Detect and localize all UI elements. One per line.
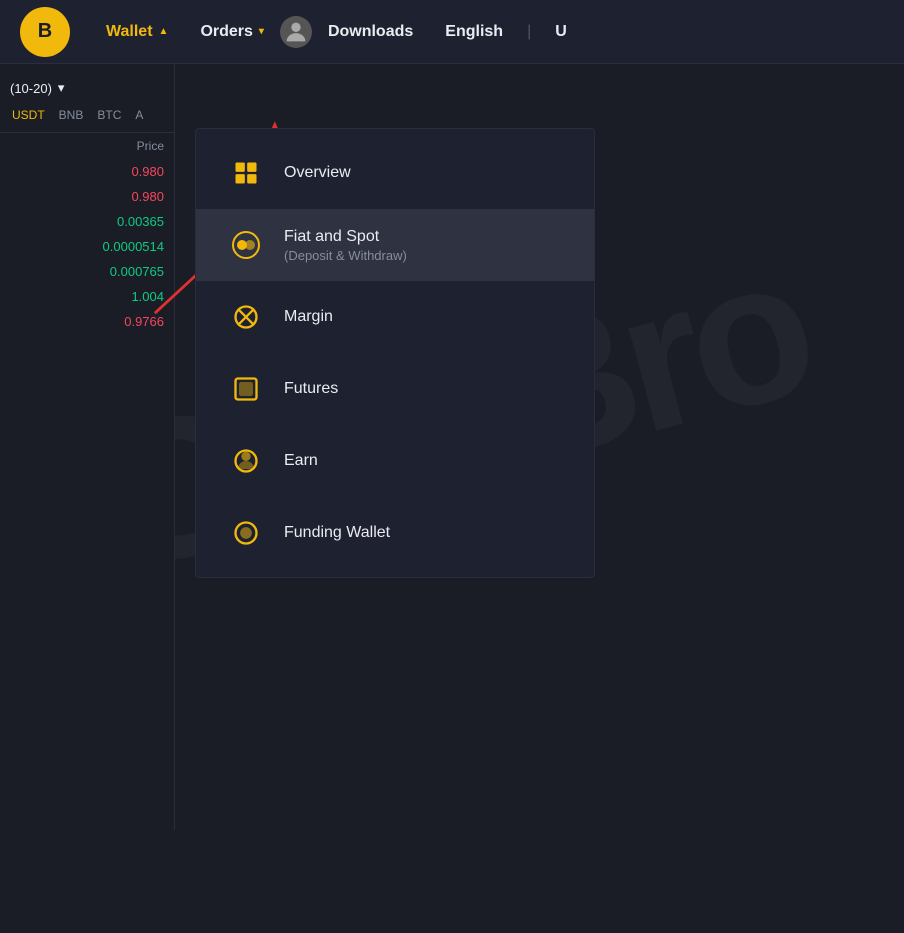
- fiat-spot-text: Fiat and Spot (Deposit & Withdraw): [284, 228, 407, 263]
- price-item-4[interactable]: 0.0000514: [0, 234, 174, 259]
- overview-icon: [228, 155, 264, 191]
- earn-icon: [228, 443, 264, 479]
- overview-text: Overview: [284, 164, 351, 182]
- funding-wallet-text: Funding Wallet: [284, 524, 390, 542]
- nav-divider: |: [519, 23, 539, 41]
- fiat-spot-label: Fiat and Spot: [284, 228, 407, 246]
- fiat-spot-sublabel: (Deposit & Withdraw): [284, 248, 407, 263]
- downloads-nav-item[interactable]: Downloads: [312, 0, 429, 64]
- price-value-3: 0.00365: [117, 214, 164, 229]
- futures-icon: [228, 371, 264, 407]
- price-value-7: 0.9766: [124, 314, 164, 329]
- price-item-1[interactable]: 0.980: [0, 159, 174, 184]
- earn-text: Earn: [284, 452, 318, 470]
- coin-tabs: USDT BNB BTC A: [0, 102, 174, 133]
- menu-item-overview[interactable]: Overview: [196, 137, 594, 209]
- price-value-6: 1.004: [131, 289, 164, 304]
- price-item-5[interactable]: 0.000765: [0, 259, 174, 284]
- price-value-4: 0.0000514: [103, 239, 164, 254]
- price-item-6[interactable]: 1.004: [0, 284, 174, 309]
- wallet-nav-label: Wallet: [106, 23, 153, 41]
- u-nav-item[interactable]: U: [539, 0, 583, 64]
- orders-arrow: ▾: [259, 26, 264, 37]
- price-item-2[interactable]: 0.980: [0, 184, 174, 209]
- price-value-5: 0.000765: [110, 264, 164, 279]
- menu-item-earn[interactable]: Earn: [196, 425, 594, 497]
- filter-range-label: (10-20): [10, 81, 52, 96]
- wallet-dropdown-menu: Overview Fiat and Spot (Deposit & Withdr…: [195, 128, 595, 578]
- coin-tab-btc[interactable]: BTC: [93, 106, 125, 124]
- price-item-7[interactable]: 0.9766: [0, 309, 174, 334]
- coin-tab-a[interactable]: A: [131, 106, 147, 124]
- wallet-arrow: ▲: [159, 26, 169, 37]
- earn-label: Earn: [284, 452, 318, 470]
- overview-label: Overview: [284, 164, 351, 182]
- margin-label: Margin: [284, 308, 333, 326]
- coin-tab-usdt[interactable]: USDT: [8, 106, 49, 124]
- menu-item-funding-wallet[interactable]: Funding Wallet: [196, 497, 594, 569]
- menu-item-fiat-spot[interactable]: Fiat and Spot (Deposit & Withdraw): [196, 209, 594, 281]
- price-header-label: Price: [137, 139, 164, 153]
- orders-nav-label: Orders: [200, 23, 252, 41]
- price-value-2: 0.980: [131, 189, 164, 204]
- orders-nav-item[interactable]: Orders ▾: [184, 0, 280, 64]
- english-nav-item[interactable]: English: [429, 0, 519, 64]
- price-value-1: 0.980: [131, 164, 164, 179]
- user-avatar[interactable]: [280, 16, 312, 48]
- wallet-nav-item[interactable]: Wallet ▲: [90, 0, 184, 64]
- funding-wallet-icon: [228, 515, 264, 551]
- sidebar-filter[interactable]: (10-20) ▾: [0, 74, 174, 102]
- navbar: B Wallet ▲ Orders ▾ Downloads English | …: [0, 0, 904, 64]
- sidebar-left: (10-20) ▾ USDT BNB BTC A Price 0.980 0.9…: [0, 64, 175, 830]
- funding-wallet-label: Funding Wallet: [284, 524, 390, 542]
- u-nav-label: U: [555, 23, 567, 41]
- price-item-3[interactable]: 0.00365: [0, 209, 174, 234]
- price-col-header: Price: [0, 133, 174, 159]
- menu-item-margin[interactable]: Margin: [196, 281, 594, 353]
- menu-item-futures[interactable]: Futures: [196, 353, 594, 425]
- filter-arrow: ▾: [58, 80, 65, 96]
- futures-label: Futures: [284, 380, 338, 398]
- futures-text: Futures: [284, 380, 338, 398]
- margin-icon: [228, 299, 264, 335]
- coin-tab-bnb[interactable]: BNB: [55, 106, 88, 124]
- logo[interactable]: B: [20, 7, 70, 57]
- english-nav-label: English: [445, 23, 503, 41]
- main-area: (10-20) ▾ USDT BNB BTC A Price 0.980 0.9…: [0, 64, 904, 830]
- fiat-spot-icon: [228, 227, 264, 263]
- margin-text: Margin: [284, 308, 333, 326]
- downloads-nav-label: Downloads: [328, 23, 413, 41]
